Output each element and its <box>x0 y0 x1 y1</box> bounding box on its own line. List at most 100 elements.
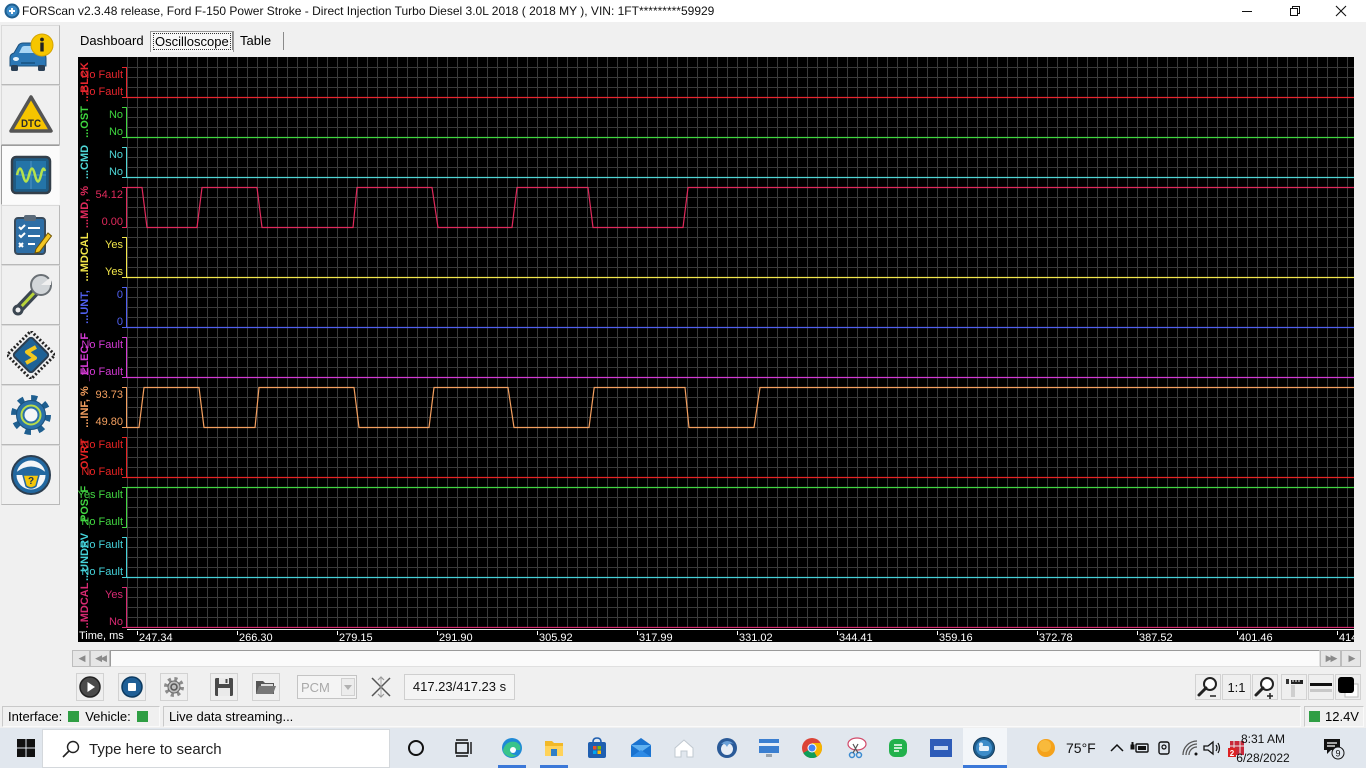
cortana-button[interactable] <box>404 736 428 760</box>
taskbar-app-file-explorer[interactable] <box>542 736 566 760</box>
time-tick-label: 372.78 <box>1039 632 1073 642</box>
line-style-button[interactable] <box>1308 674 1334 700</box>
start-button[interactable] <box>14 736 38 760</box>
tab-label: Dashboard <box>80 33 144 48</box>
weather-widget[interactable] <box>1034 736 1058 760</box>
restore-button[interactable] <box>1272 0 1318 22</box>
channel-max-label: 54.12 <box>95 189 123 201</box>
tab-oscilloscope[interactable]: Oscilloscope <box>150 31 234 52</box>
scroll-to-end-button[interactable]: ▶▶ <box>1320 650 1341 667</box>
tray-volume[interactable] <box>1200 736 1224 760</box>
dtc-icon-label: DTC <box>21 118 41 130</box>
play-button[interactable] <box>76 673 104 701</box>
sidebar-item-settings[interactable] <box>1 385 60 445</box>
close-button[interactable] <box>1318 0 1364 22</box>
wrench-icon <box>12 274 52 316</box>
color-button[interactable] <box>1335 674 1361 700</box>
oscilloscope-plot[interactable]: No Fault No Fault ...BLCK No No ...OST No No...… <box>78 57 1354 642</box>
oscilloscope-icon <box>10 155 51 195</box>
stop-button[interactable] <box>118 673 146 701</box>
time-tick-label: 279.15 <box>339 632 373 642</box>
taskbar-search-box[interactable]: Type here to search <box>42 729 390 768</box>
tray-camera[interactable] <box>1152 736 1176 760</box>
tray-wifi[interactable] <box>1178 736 1202 760</box>
taskbar-app-snipping-tool[interactable] <box>844 736 868 760</box>
channel-name: ...BLCK <box>79 62 91 102</box>
scroll-right-button[interactable]: ▶ <box>1341 650 1361 667</box>
sidebar-item-checklist[interactable] <box>1 205 60 265</box>
time-tick-label: 414 <box>1339 632 1354 642</box>
ruler-icon <box>1286 679 1303 697</box>
tab-dashboard[interactable]: Dashboard <box>77 31 147 52</box>
channel-max-label: Yes <box>105 239 123 251</box>
sidebar-item-configuration[interactable] <box>1 325 60 385</box>
arrow-left-icon: ◀ <box>78 653 86 663</box>
time-tick-label: 401.46 <box>1239 632 1273 642</box>
save-button[interactable] <box>210 673 238 701</box>
channel-name: ...UNDRV <box>79 532 91 581</box>
forscan-taskbar-icon <box>973 737 995 759</box>
taskbar-app-edge[interactable] <box>500 736 524 760</box>
taskbar-app-forscan[interactable] <box>972 736 996 760</box>
task-view-button[interactable] <box>451 736 475 760</box>
save-floppy-icon <box>215 678 233 696</box>
tab-table[interactable]: Table <box>237 31 274 52</box>
channel-name: _POS_F <box>79 486 91 529</box>
car-info-icon <box>9 33 53 71</box>
zoom-reset-button[interactable]: 1:1 <box>1222 674 1251 700</box>
camera-icon <box>1158 741 1170 755</box>
zoom-in-button[interactable] <box>1252 674 1278 700</box>
channel-name: ...OST <box>79 106 91 138</box>
ruler-button[interactable] <box>1281 674 1307 700</box>
time-scrollbar-thumb[interactable] <box>110 650 1320 667</box>
sidebar-item-vehicle-info[interactable] <box>1 25 60 85</box>
line-style-icon <box>1310 683 1332 692</box>
tab-label: Table <box>240 33 272 48</box>
taskbar-app-blue[interactable] <box>929 736 953 760</box>
search-icon <box>62 740 80 758</box>
taskbar-app-green[interactable] <box>886 736 910 760</box>
clock-date[interactable]: 6/28/2022 <box>1226 751 1300 765</box>
minimize-button[interactable] <box>1224 0 1270 22</box>
scroll-to-start-button[interactable]: ◀◀ <box>90 650 110 667</box>
taskbar-app-lenovo[interactable] <box>757 736 781 760</box>
channel-2: No No ...OST <box>79 106 1354 139</box>
channel-max-label: 93.73 <box>95 389 123 401</box>
taskbar-app-thunderbird[interactable] <box>715 736 739 760</box>
sidebar-item-oscilloscope[interactable] <box>1 145 60 205</box>
interface-label: Interface: <box>8 709 63 724</box>
vehicle-label: Vehicle: <box>85 709 131 724</box>
steering-help-icon: ? <box>10 455 51 495</box>
settings-button[interactable] <box>160 673 188 701</box>
battery-voltage: 12.4V <box>1325 709 1359 724</box>
tray-power[interactable] <box>1128 736 1152 760</box>
channel-name: ...INF, % <box>79 386 91 428</box>
sidebar-item-service[interactable] <box>1 265 60 325</box>
restore-icon <box>1290 6 1300 16</box>
forscan-app-icon <box>4 3 20 19</box>
sidebar-item-help[interactable]: ? <box>1 445 60 505</box>
clock-time[interactable]: 8:31 AM <box>1230 732 1296 746</box>
tab-divider <box>283 32 284 50</box>
taskbar-app-chrome[interactable] <box>800 736 824 760</box>
zoom-out-button[interactable] <box>1195 674 1221 700</box>
taskbar-app-mail[interactable] <box>629 736 653 760</box>
taskbar-app-home[interactable] <box>672 736 696 760</box>
notification-icon: 9 <box>1324 739 1345 760</box>
double-arrow-right-icon: ▶▶ <box>1325 653 1338 663</box>
module-select[interactable]: PCM <box>297 675 357 699</box>
scroll-left-button[interactable]: ◀ <box>72 650 90 667</box>
show-hidden-icons-button[interactable] <box>1105 736 1129 760</box>
interface-status-indicator <box>68 711 80 722</box>
notification-center-button[interactable]: 9 <box>1321 736 1345 760</box>
gear-icon <box>164 677 184 697</box>
open-button[interactable] <box>252 673 280 701</box>
module-select-value: PCM <box>301 680 330 695</box>
wifi-icon <box>1182 740 1198 756</box>
weather-temperature[interactable]: 75°F <box>1066 740 1096 756</box>
zoom-out-icon <box>1197 677 1217 697</box>
cursor-mode-button[interactable] <box>367 673 395 701</box>
time-tick-label: 387.52 <box>1139 632 1173 642</box>
sidebar-item-dtc[interactable]: DTC <box>1 85 60 145</box>
taskbar-app-store[interactable] <box>585 736 609 760</box>
